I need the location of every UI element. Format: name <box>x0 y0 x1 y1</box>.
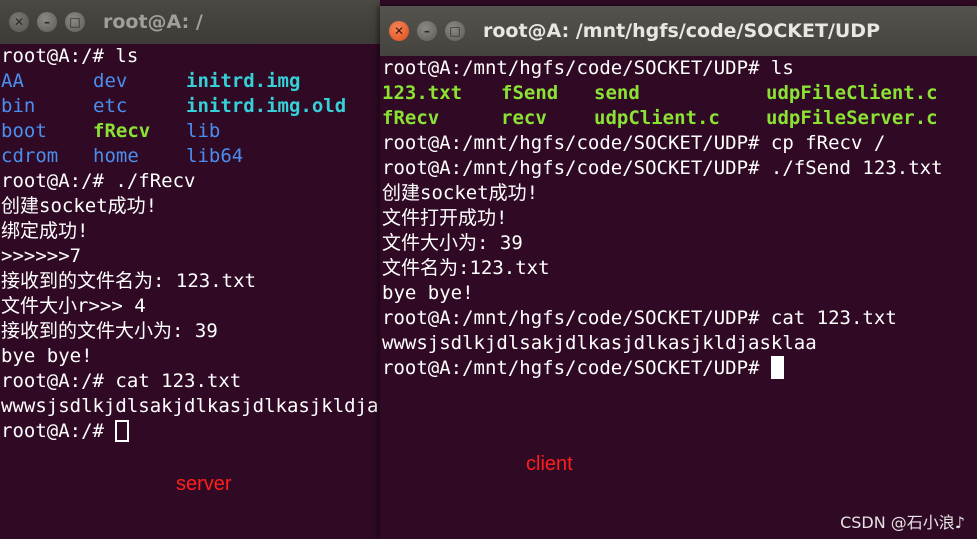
ls-entry: AA <box>1 70 24 92</box>
close-icon[interactable]: ✕ <box>9 12 29 32</box>
ls-entry: send <box>594 82 640 104</box>
client-prompt-text: root@A:/mnt/hgfs/code/SOCKET/UDP# <box>382 357 771 379</box>
ls-row: fRecv recv udpClient.c udpFileServer.c <box>382 106 977 131</box>
ls-entry: lib <box>186 120 221 142</box>
minimize-icon[interactable]: – <box>37 12 57 32</box>
output-line: bye bye! <box>382 282 474 304</box>
ls-entry: fRecv <box>382 107 440 129</box>
output-line: root@A:/# cat 123.txt <box>1 370 242 392</box>
client-output-lines: root@A:/mnt/hgfs/code/SOCKET/UDP# cp fRe… <box>382 131 977 356</box>
client-current-prompt: root@A:/mnt/hgfs/code/SOCKET/UDP# <box>382 356 977 381</box>
ls-row: AA dev initrd.img <box>1 69 380 94</box>
output-line: 文件大小r>>> 4 <box>1 295 146 317</box>
client-ls-command: root@A:/mnt/hgfs/code/SOCKET/UDP# ls <box>382 57 794 79</box>
output-line: 接收到的文件名为: 123.txt <box>1 270 256 292</box>
ls-entry: 123.txt <box>382 82 463 104</box>
ls-entry: udpFileClient.c <box>766 82 938 104</box>
ls-row: bin etc initrd.img.old <box>1 94 380 119</box>
output-line: wwwsjsdlkjdlsakjdlkasjdlkasjkldjasklaa <box>382 332 817 354</box>
ls-entry: fSend <box>501 82 559 104</box>
ls-entry: home <box>93 145 139 167</box>
ls-entry: boot <box>1 120 47 142</box>
ls-row: boot fRecv lib <box>1 119 380 144</box>
server-ls-command: root@A:/# ls <box>1 45 139 67</box>
csdn-watermark: CSDN @石小浪♪ <box>840 513 965 532</box>
server-output-lines: root@A:/# ./fRecv 创建socket成功! 绑定成功! >>>>>>7… <box>1 169 380 419</box>
ls-row: 123.txt fSend send udpFileClient.c <box>382 81 977 106</box>
ls-row: cdrom home lib64 <box>1 144 380 169</box>
ls-entry: fRecv <box>93 120 151 142</box>
text-cursor-icon <box>770 356 784 379</box>
ls-entry: cdrom <box>1 145 59 167</box>
ls-entry: initrd.img <box>186 70 301 92</box>
ls-entry: bin <box>1 95 36 117</box>
ls-entry: initrd.img.old <box>186 95 347 117</box>
client-terminal-window[interactable]: ✕ – □ root@A: /mnt/hgfs/code/SOCKET/UDP … <box>380 6 977 539</box>
text-cursor-icon <box>115 420 130 442</box>
ls-entry: dev <box>93 70 128 92</box>
client-annotation-label: client <box>526 453 573 475</box>
ls-entry: etc <box>93 95 128 117</box>
server-terminal-output[interactable]: root@A:/# ls AA dev initrd.img bin etc initrd… <box>0 44 380 539</box>
client-window-title: root@A: /mnt/hgfs/code/SOCKET/UDP <box>483 20 881 42</box>
minimize-icon[interactable]: – <box>417 21 437 41</box>
client-ls-listing: 123.txt fSend send udpFileClient.c fRecv recv… <box>382 81 977 131</box>
ls-entry: recv <box>501 107 547 129</box>
client-terminal-output[interactable]: root@A:/mnt/hgfs/code/SOCKET/UDP# ls 123… <box>380 56 977 539</box>
server-titlebar[interactable]: ✕ – □ root@A: / <box>0 0 380 44</box>
ls-entry: udpFileServer.c <box>766 107 938 129</box>
output-line: 绑定成功! <box>1 220 89 242</box>
output-line: 接收到的文件大小为: 39 <box>1 320 218 342</box>
output-line: root@A:/mnt/hgfs/code/SOCKET/UDP# ./fSen… <box>382 157 943 179</box>
output-line: >>>>>>7 <box>1 245 82 267</box>
output-line: root@A:/mnt/hgfs/code/SOCKET/UDP# cp fRe… <box>382 132 886 154</box>
server-current-prompt: root@A:/# <box>1 419 380 444</box>
maximize-icon[interactable]: □ <box>445 21 465 41</box>
output-line: wwwsjsdlkjdlsakjdlkasjdlkasjkldjasklaa <box>1 395 380 417</box>
ls-entry: lib64 <box>186 145 244 167</box>
output-line: 文件大小为: 39 <box>382 232 523 254</box>
server-terminal-window[interactable]: ✕ – □ root@A: / root@A:/# ls AA dev initrd… <box>0 0 380 539</box>
client-titlebar[interactable]: ✕ – □ root@A: /mnt/hgfs/code/SOCKET/UDP <box>380 6 977 56</box>
output-line: 文件打开成功! <box>382 207 508 229</box>
maximize-icon[interactable]: □ <box>65 12 85 32</box>
server-annotation-label: server <box>176 473 232 495</box>
server-window-title: root@A: / <box>103 11 203 33</box>
ls-entry: udpClient.c <box>594 107 720 129</box>
output-line: 创建socket成功! <box>382 182 539 204</box>
output-line: 文件名为:123.txt <box>382 257 550 279</box>
output-line: bye bye! <box>1 345 93 367</box>
output-line: 创建socket成功! <box>1 195 158 217</box>
output-line: root@A:/# ./fRecv <box>1 170 196 192</box>
server-ls-listing: AA dev initrd.img bin etc initrd.img.old boot f… <box>1 69 380 169</box>
server-prompt-text: root@A:/# <box>1 420 116 442</box>
close-icon[interactable]: ✕ <box>389 21 409 41</box>
output-line: root@A:/mnt/hgfs/code/SOCKET/UDP# cat 12… <box>382 307 897 329</box>
